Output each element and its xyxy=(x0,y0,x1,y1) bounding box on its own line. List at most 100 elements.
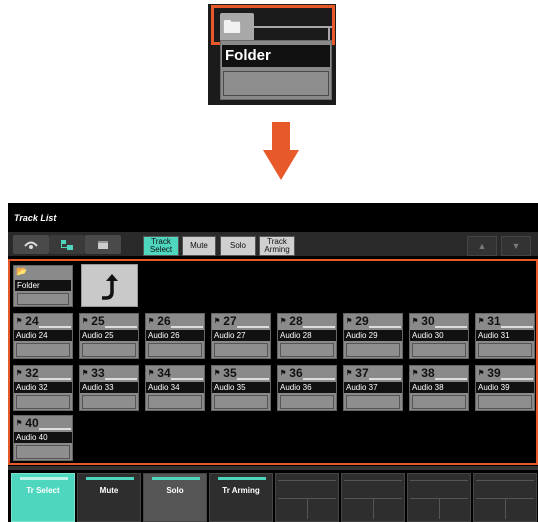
track-name: Audio 39 xyxy=(476,382,534,393)
track-tile[interactable]: ⚑ 27 Audio 27 xyxy=(211,313,271,359)
track-number: ⚑ 30 xyxy=(412,314,435,328)
track-tile[interactable]: ⚑ 32 Audio 32 xyxy=(13,365,73,411)
eye-mode-button[interactable] xyxy=(13,235,49,254)
track-number: ⚑ 35 xyxy=(214,366,237,380)
track-name: Audio 27 xyxy=(212,330,270,341)
chevron-down-icon: ▼ xyxy=(511,241,521,251)
flag-icon: ⚑ xyxy=(478,370,485,377)
track-tile[interactable]: ⚑ 30 Audio 30 xyxy=(409,313,469,359)
window-icon xyxy=(98,240,108,249)
page-down-button[interactable]: ▼ xyxy=(501,236,531,256)
track-tile[interactable]: ⚑ 25 Audio 25 xyxy=(79,313,139,359)
flag-icon: ⚑ xyxy=(16,370,23,377)
track-name: Audio 24 xyxy=(14,330,72,341)
bottom-button-mute[interactable]: Mute xyxy=(77,473,141,522)
track-tile[interactable]: ⚑ 31 Audio 31 xyxy=(475,313,535,359)
bottom-button-tr-select[interactable]: Tr Select xyxy=(11,473,75,522)
bottom-button-empty[interactable] xyxy=(473,473,537,522)
track-tile[interactable]: ⚑ 33 Audio 33 xyxy=(79,365,139,411)
track-name: Audio 35 xyxy=(212,382,270,393)
track-name: Audio 26 xyxy=(146,330,204,341)
chevron-up-icon: ▲ xyxy=(477,241,487,251)
folder-icon: 🖿 xyxy=(223,17,241,37)
tab-track-arming[interactable]: Track Arming xyxy=(259,236,295,256)
track-name: Audio 40 xyxy=(14,432,72,443)
folder-tree-icon xyxy=(61,239,73,250)
track-number: ⚑ 28 xyxy=(280,314,303,328)
flag-icon: ⚑ xyxy=(214,318,221,325)
track-number: ⚑ 37 xyxy=(346,366,369,380)
flag-icon: ⚑ xyxy=(478,318,485,325)
track-number: ⚑ 25 xyxy=(82,314,105,328)
flag-icon: ⚑ xyxy=(346,318,353,325)
flag-icon: ⚑ xyxy=(214,370,221,377)
arrow-down-icon xyxy=(263,122,299,180)
bottom-button-empty[interactable] xyxy=(341,473,405,522)
flag-icon: ⚑ xyxy=(280,370,287,377)
track-name: Audio 31 xyxy=(476,330,534,341)
folder-tree-mode-button[interactable] xyxy=(49,235,85,254)
track-number: ⚑ 24 xyxy=(16,314,39,328)
return-arrow-icon xyxy=(102,274,118,300)
bottom-button-solo[interactable]: Solo xyxy=(143,473,207,522)
track-name: Audio 33 xyxy=(80,382,138,393)
bottom-button-empty[interactable] xyxy=(407,473,471,522)
track-tile[interactable]: ⚑ 28 Audio 28 xyxy=(277,313,337,359)
track-name: Audio 36 xyxy=(278,382,336,393)
back-button[interactable] xyxy=(81,264,138,307)
flag-icon: ⚑ xyxy=(148,318,155,325)
track-name: Audio 38 xyxy=(410,382,468,393)
track-number: ⚑ 33 xyxy=(82,366,105,380)
track-number: ⚑ 32 xyxy=(16,366,39,380)
track-name: Audio 30 xyxy=(410,330,468,341)
track-name: Audio 28 xyxy=(278,330,336,341)
folder-open-icon: 📂 xyxy=(16,266,28,276)
folder-name: Folder xyxy=(15,280,71,291)
folder-tab[interactable]: 🖿 xyxy=(220,13,254,40)
track-tile[interactable]: ⚑ 40 Audio 40 xyxy=(13,415,73,461)
folder-name-zoomed: Folder xyxy=(222,45,330,67)
track-name: Audio 32 xyxy=(14,382,72,393)
page-title: Track List xyxy=(14,213,57,223)
track-number: ⚑ 36 xyxy=(280,366,303,380)
track-number: ⚑ 40 xyxy=(16,416,39,430)
track-tile[interactable]: ⚑ 24 Audio 24 xyxy=(13,313,73,359)
tab-track-select[interactable]: Track Select xyxy=(143,236,179,256)
track-tile[interactable]: ⚑ 38 Audio 38 xyxy=(409,365,469,411)
track-name: Audio 29 xyxy=(344,330,402,341)
flag-icon: ⚑ xyxy=(346,370,353,377)
bottom-button-tr-arming[interactable]: Tr Arming xyxy=(209,473,273,522)
track-tile[interactable]: ⚑ 29 Audio 29 xyxy=(343,313,403,359)
track-number: ⚑ 26 xyxy=(148,314,171,328)
track-number: ⚑ 34 xyxy=(148,366,171,380)
bottom-button-empty[interactable] xyxy=(275,473,339,522)
folder-tile[interactable]: 📂 Folder xyxy=(13,265,73,307)
flag-icon: ⚑ xyxy=(412,318,419,325)
flag-icon: ⚑ xyxy=(16,420,23,427)
flag-icon: ⚑ xyxy=(148,370,155,377)
track-number: ⚑ 27 xyxy=(214,314,237,328)
track-tile[interactable]: ⚑ 26 Audio 26 xyxy=(145,313,205,359)
track-name: Audio 25 xyxy=(80,330,138,341)
eye-icon xyxy=(24,241,38,249)
track-tile[interactable]: ⚑ 36 Audio 36 xyxy=(277,365,337,411)
flag-icon: ⚑ xyxy=(16,318,23,325)
track-number: ⚑ 29 xyxy=(346,314,369,328)
tab-solo[interactable]: Solo xyxy=(220,236,256,256)
track-tile[interactable]: ⚑ 35 Audio 35 xyxy=(211,365,271,411)
tab-mute[interactable]: Mute xyxy=(182,236,216,256)
track-number: ⚑ 38 xyxy=(412,366,435,380)
track-tile[interactable]: ⚑ 39 Audio 39 xyxy=(475,365,535,411)
flag-icon: ⚑ xyxy=(412,370,419,377)
track-name: Audio 37 xyxy=(344,382,402,393)
flag-icon: ⚑ xyxy=(280,318,287,325)
track-number: ⚑ 31 xyxy=(478,314,501,328)
track-number: ⚑ 39 xyxy=(478,366,501,380)
window-mode-button[interactable] xyxy=(85,235,121,254)
page-up-button[interactable]: ▲ xyxy=(467,236,497,256)
track-tile[interactable]: ⚑ 34 Audio 34 xyxy=(145,365,205,411)
flag-icon: ⚑ xyxy=(82,318,89,325)
track-tile[interactable]: ⚑ 37 Audio 37 xyxy=(343,365,403,411)
track-list-panel: Track List Track Select Mute Solo Track … xyxy=(8,203,538,522)
flag-icon: ⚑ xyxy=(82,370,89,377)
